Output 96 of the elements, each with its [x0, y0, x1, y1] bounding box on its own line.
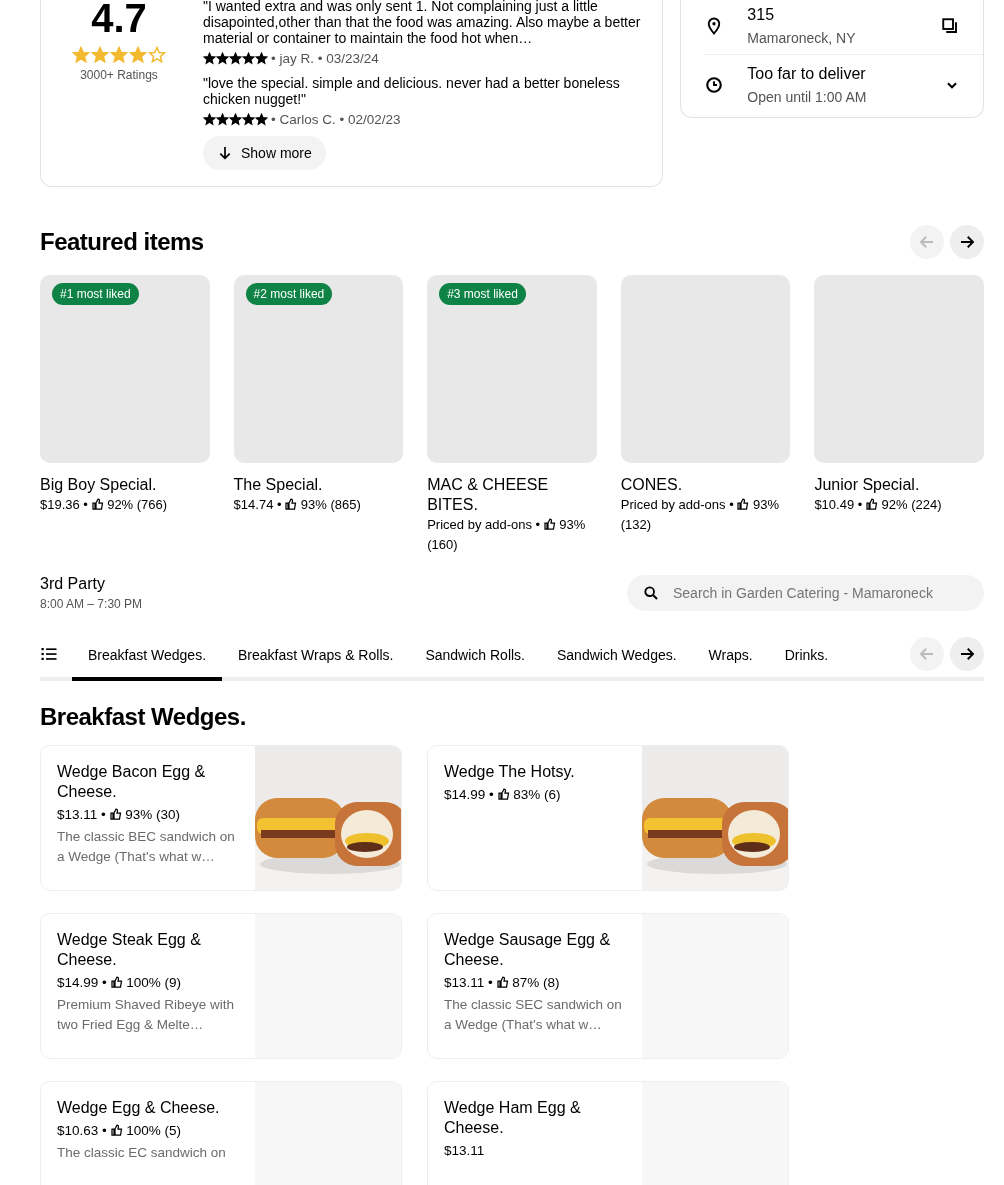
thumbs-up-icon — [109, 808, 122, 820]
thumbs-up-icon — [285, 498, 298, 510]
star-icon — [255, 113, 268, 126]
review-text: "love the special. simple and delicious. never had a better boneless chicken nugget!" — [203, 75, 621, 107]
item-price-rating: $10.63 • 100% (5) — [57, 1123, 183, 1138]
delivery-status: Too far to deliver — [747, 65, 867, 83]
category-tab[interactable]: Sandwich Rolls. — [409, 631, 541, 681]
star-icon — [110, 46, 128, 64]
item-price-rating: $13.11 — [444, 1143, 486, 1158]
menu-name: 3rd Party — [40, 575, 106, 593]
item-image-placeholder[interactable]: #1 most liked — [40, 275, 210, 463]
most-liked-badge: #3 most liked — [439, 283, 526, 305]
category-tab[interactable]: Breakfast Wraps & Rolls. — [222, 631, 410, 681]
copy-icon[interactable] — [941, 17, 959, 35]
review-text: "I wanted extra and was only sent 1. Not complaining just a little disapointed,other than that the food was amazing. Also maybe a better material or container to maintain the food hot when… — [203, 0, 642, 46]
thumbs-up-icon — [497, 788, 510, 800]
section-heading: Featured items — [40, 228, 204, 256]
thumbs-up-icon — [496, 976, 509, 988]
menu-item-card[interactable]: Wedge Ham Egg & Cheese. $13.11 — [427, 1081, 789, 1185]
arrow-down-icon — [217, 145, 233, 161]
item-name: The Special. — [233, 475, 324, 495]
item-name: Big Boy Special. — [40, 475, 158, 495]
arrow-right-icon — [958, 233, 976, 251]
review-meta: • Carlos C. • 02/02/23 — [271, 112, 401, 127]
item-name: Wedge Steak Egg & Cheese. — [57, 930, 202, 970]
thumbs-up-icon — [110, 1124, 123, 1136]
arrow-right-icon — [958, 645, 976, 663]
item-price-rating: $10.49 • 92% (224) — [814, 496, 943, 514]
item-price-rating: $13.11 • 93% (30) — [57, 807, 182, 822]
item-name: Wedge Egg & Cheese. — [57, 1098, 221, 1118]
item-price-rating: $14.99 • 83% (6) — [444, 787, 562, 802]
star-icon — [203, 113, 216, 126]
menu-item-card[interactable]: Wedge The Hotsy. $14.99 • 83% (6) — [427, 745, 789, 891]
star-icon — [203, 52, 216, 65]
section-heading: Breakfast Wedges. — [40, 703, 247, 731]
item-name: Wedge The Hotsy. — [444, 762, 576, 782]
thumbs-up-icon — [91, 498, 104, 510]
review-meta: • jay R. • 03/23/24 — [271, 51, 379, 66]
star-icon — [242, 52, 255, 65]
item-name: Junior Special. — [814, 475, 921, 495]
item-name: Wedge Bacon Egg & Cheese. — [57, 762, 207, 802]
category-tab[interactable]: Wraps. — [692, 631, 769, 681]
category-tab[interactable]: Sandwich Wedges. — [541, 631, 693, 681]
item-description: Premium Shaved Ribeye with two Fried Egg & Melte… — [57, 996, 236, 1034]
store-address: 315 — [747, 6, 776, 24]
item-description: The classic EC sandwich on — [57, 1144, 227, 1162]
most-liked-badge: #1 most liked — [52, 283, 139, 305]
category-tab[interactable]: Drinks. — [768, 631, 845, 681]
search-icon — [643, 585, 659, 601]
item-description: The classic BEC sandwich on a Wedge (That's what w… — [57, 828, 236, 866]
menu-item-card[interactable]: Wedge Steak Egg & Cheese. $14.99 • 100% (9) Premium Shaved Ribeye with two Fried Egg & Melte… — [40, 913, 402, 1059]
menu-item-card[interactable]: Wedge Bacon Egg & Cheese. $13.11 • 93% (30) The classic BEC sandwich on a Wedge (That's what w… — [40, 745, 402, 891]
store-hours: Open until 1:00 AM — [747, 89, 868, 105]
star-icon — [242, 113, 255, 126]
item-price-rating: $14.74 • 93% (865) — [233, 496, 362, 514]
clock-icon — [705, 76, 724, 94]
star-icon — [129, 46, 147, 64]
item-name: Wedge Ham Egg & Cheese. — [444, 1098, 582, 1138]
item-price-rating: $13.11 • 87% (8) — [444, 975, 561, 990]
item-price-rating: Priced by add-ons • 93% (160) — [427, 516, 587, 554]
star-icon — [91, 46, 109, 64]
store-city: Mamaroneck, NY — [747, 30, 857, 46]
search-field[interactable]: Search in Garden Catering - Mamaroneck — [627, 575, 984, 611]
item-name: MAC & CHEESE BITES. — [427, 475, 550, 515]
most-liked-badge: #2 most liked — [245, 283, 333, 305]
menu-list-icon[interactable] — [40, 645, 58, 663]
rating-value: 4.7 — [91, 0, 147, 38]
thumbs-up-icon — [543, 518, 556, 530]
star-outline-icon — [148, 46, 166, 64]
show-more-button[interactable]: Show more — [203, 136, 326, 170]
star-icon — [216, 52, 229, 65]
star-icon — [255, 52, 268, 65]
next-button[interactable] — [950, 637, 984, 671]
item-price-rating: $19.36 • 92% (766) — [40, 496, 169, 514]
item-name: CONES. — [620, 475, 684, 495]
item-name: Wedge Sausage Egg & Cheese. — [444, 930, 612, 970]
star-icon — [229, 52, 242, 65]
category-tab[interactable]: Breakfast Wedges. — [72, 631, 223, 681]
item-image-placeholder[interactable]: #3 most liked — [427, 275, 597, 463]
ratings-count: 3000+ Ratings — [80, 68, 158, 82]
star-icon — [72, 46, 90, 64]
thumbs-up-icon — [737, 498, 750, 510]
star-icon — [216, 113, 229, 126]
thumbs-up-icon — [110, 976, 123, 988]
item-image-placeholder[interactable]: #2 most liked — [233, 275, 404, 463]
thumbs-up-icon — [865, 498, 878, 510]
item-price-rating: $14.99 • 100% (9) — [57, 975, 183, 990]
arrow-left-icon — [918, 233, 936, 251]
item-price-rating: Priced by add-ons • 93% (132) — [620, 496, 780, 534]
star-icon — [229, 113, 242, 126]
menu-item-card[interactable]: Wedge Sausage Egg & Cheese. $13.11 • 87% (8) The classic SEC sandwich on a Wedge (That's what w… — [427, 913, 789, 1059]
next-button[interactable] — [950, 225, 984, 259]
arrow-left-icon — [918, 645, 936, 663]
menu-hours: 8:00 AM – 7:30 PM — [40, 597, 143, 611]
menu-item-card[interactable]: Wedge Egg & Cheese. $10.63 • 100% (5) The classic EC sandwich on — [40, 1081, 402, 1185]
item-description: The classic SEC sandwich on a Wedge (That's what w… — [444, 996, 623, 1034]
